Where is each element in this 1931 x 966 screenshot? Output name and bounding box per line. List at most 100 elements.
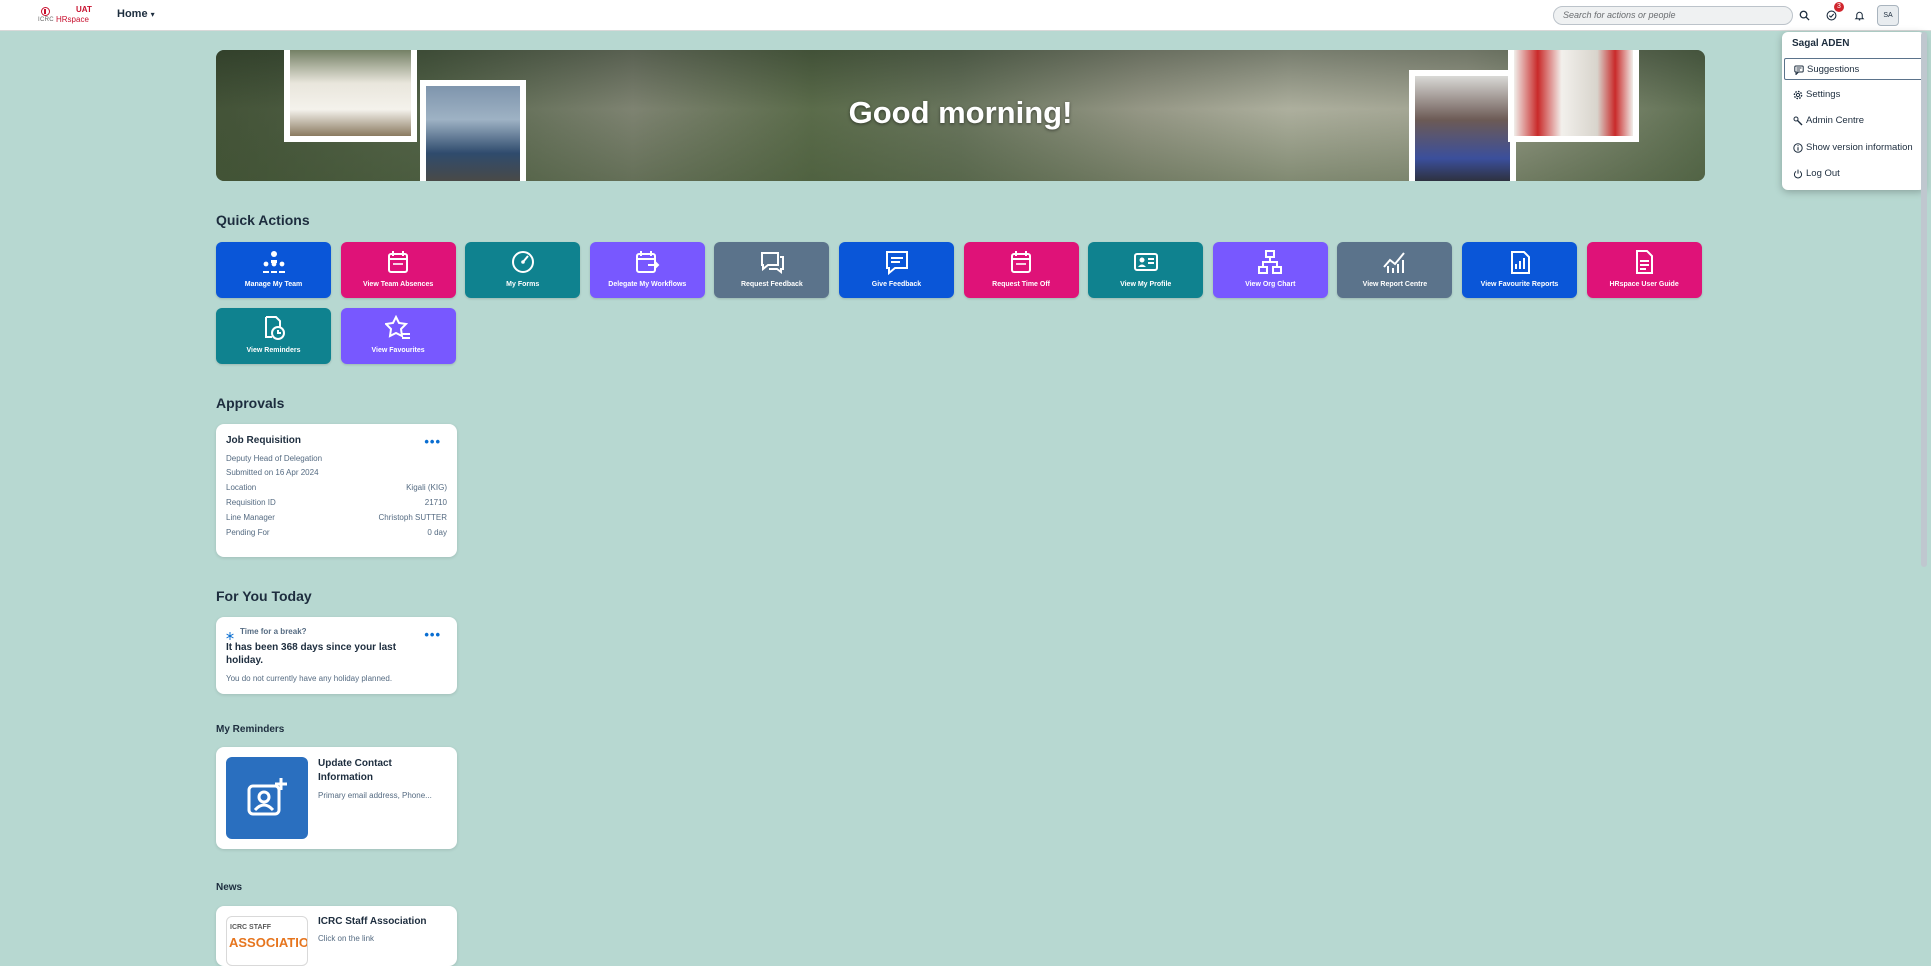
todo-count-badge: 3 — [1834, 2, 1844, 12]
user-name: Sagal ADEN — [1792, 38, 1850, 49]
quick-action-tile[interactable]: View Report Centre — [1337, 242, 1453, 298]
quick-action-tile[interactable]: View Reminders — [216, 308, 331, 364]
quick-action-tile[interactable]: View Team Absences — [340, 242, 456, 298]
row-label: Pending For — [226, 528, 270, 537]
menu-item-label: Settings — [1806, 89, 1841, 100]
reminder-card[interactable]: Update Contact Information Primary email… — [216, 747, 457, 849]
quick-action-label: View Org Chart — [1245, 281, 1296, 288]
quick-action-label: Delegate My Workflows — [608, 281, 687, 288]
approval-card[interactable]: Job Requisition ••• Deputy Head of Deleg… — [216, 424, 457, 557]
home-menu-button[interactable]: Home ▾ — [117, 8, 155, 20]
approval-position: Deputy Head of Delegation — [226, 454, 323, 463]
kicker-text: Time for a break? — [240, 627, 307, 636]
news-card[interactable]: ICRC STAFF ASSOCIATION ICRC Staff Associ… — [216, 906, 457, 966]
document-icon — [1587, 249, 1702, 275]
wrench-icon — [1792, 115, 1803, 126]
row-value: 21710 — [424, 498, 447, 507]
welcome-banner: Good morning! — [216, 50, 1705, 181]
power-icon — [1792, 168, 1803, 179]
news-item-title: ICRC Staff Association — [318, 916, 427, 927]
greeting-text: Good morning! — [848, 95, 1073, 130]
quick-action-tile[interactable]: Manage My Team — [216, 242, 331, 298]
row-label: Location — [226, 483, 257, 492]
quick-action-tile[interactable]: Delegate My Workflows — [589, 242, 705, 298]
quick-action-tile[interactable]: My Forms — [465, 242, 581, 298]
menu-item-version-info[interactable]: Show version information — [1784, 137, 1923, 159]
logo-text-bottom: ASSOCIATION — [229, 935, 308, 950]
quick-action-label: View Team Absences — [362, 281, 434, 288]
search-icon[interactable] — [1796, 7, 1812, 23]
approvals-title: Approvals — [216, 395, 285, 411]
quick-actions-title: Quick Actions — [216, 212, 310, 228]
more-options-icon[interactable]: ••• — [424, 627, 441, 642]
news-title: News — [216, 882, 243, 893]
menu-item-label: Admin Centre — [1806, 115, 1865, 126]
quick-action-tile[interactable]: Request Time Off — [963, 242, 1079, 298]
quick-action-tile[interactable]: Give Feedback — [839, 242, 954, 298]
menu-item-log-out[interactable]: Log Out — [1784, 163, 1923, 185]
approval-card-title: Job Requisition — [226, 435, 301, 446]
logo-env: UAT — [76, 5, 92, 14]
calendar-icon — [341, 249, 456, 275]
id-card-icon — [1088, 249, 1203, 275]
quick-action-label: Manage My Team — [244, 281, 303, 288]
approval-submitted: Submitted on 16 Apr 2024 — [226, 468, 319, 477]
quick-action-label: Request Feedback — [740, 281, 803, 288]
menu-item-admin-centre[interactable]: Admin Centre — [1784, 110, 1923, 132]
star-list-icon — [341, 315, 456, 341]
reminder-title: Update Contact Information — [318, 758, 392, 783]
more-options-icon[interactable]: ••• — [424, 434, 441, 449]
logo-text-top: ICRC STAFF — [230, 924, 272, 931]
org-team-icon — [216, 249, 331, 275]
menu-item-label: Log Out — [1806, 168, 1840, 179]
calendar-arrow-icon — [590, 249, 705, 275]
gauge-icon — [465, 249, 580, 275]
user-avatar-button[interactable]: SA — [1877, 5, 1899, 26]
quick-action-tile[interactable]: View My Profile — [1088, 242, 1204, 298]
row-label: Line Manager — [226, 513, 275, 522]
holiday-note: You do not currently have any holiday pl… — [226, 674, 393, 683]
row-label: Requisition ID — [226, 498, 276, 507]
for-you-today-card[interactable]: Time for a break? ••• It has been 368 da… — [216, 617, 457, 694]
report-icon — [1462, 249, 1577, 275]
quick-action-label: My Forms — [506, 281, 540, 288]
menu-item-label: Show version information — [1806, 142, 1913, 153]
home-menu-label: Home — [117, 8, 148, 20]
reminder-icon — [216, 315, 331, 341]
quick-action-tile[interactable]: View Favourite Reports — [1462, 242, 1577, 298]
feedback-icon — [714, 249, 829, 275]
hrspace-logo[interactable]: ICRC UAT HRspace — [38, 5, 94, 27]
quick-action-label: Give Feedback — [871, 281, 922, 288]
quick-action-label: View Report Centre — [1362, 281, 1428, 288]
row-value: Kigali (KIG) — [406, 483, 447, 492]
quick-action-tile[interactable]: HRspace User Guide — [1586, 242, 1702, 298]
menu-item-suggestions[interactable]: Suggestions — [1784, 58, 1923, 80]
shell-bar: ICRC UAT HRspace Home ▾ Search for action… — [0, 0, 1931, 31]
row-value: Christoph SUTTER — [378, 513, 447, 522]
info-icon — [1792, 142, 1803, 153]
icrc-emblem-icon — [41, 7, 50, 16]
user-menu-popover: Sagal ADEN Suggestions Settings Admin Ce… — [1782, 32, 1925, 190]
quick-action-label: View My Profile — [1120, 281, 1172, 288]
bell-icon[interactable] — [1851, 7, 1867, 23]
menu-item-label: Suggestions — [1807, 64, 1860, 75]
approval-row: Location Kigali (KIG) — [226, 483, 447, 492]
search-input[interactable]: Search for actions or people — [1553, 6, 1793, 25]
holiday-headline: It has been 368 days since your last hol… — [226, 642, 397, 666]
my-reminders-title: My Reminders — [216, 724, 285, 735]
quick-action-tile[interactable]: View Favourites — [340, 308, 456, 364]
org-chart-icon — [1213, 249, 1328, 275]
menu-item-settings[interactable]: Settings — [1784, 84, 1923, 106]
approval-row: Line Manager Christoph SUTTER — [226, 513, 447, 522]
row-value: 0 day — [427, 528, 447, 537]
page-scrollbar[interactable] — [1921, 32, 1927, 567]
approval-row: Requisition ID 21710 — [226, 498, 447, 507]
news-item-subtitle: Click on the link — [318, 934, 375, 943]
approval-row: Pending For 0 day — [226, 528, 447, 537]
suggestions-icon — [1793, 64, 1804, 75]
quick-action-tile[interactable]: View Org Chart — [1212, 242, 1328, 298]
quick-action-tile[interactable]: Request Feedback — [714, 242, 830, 298]
quick-action-label: Request Time Off — [992, 281, 1050, 288]
caret-down-icon: ▾ — [150, 10, 155, 19]
quick-action-label: HRspace User Guide — [1609, 281, 1679, 288]
